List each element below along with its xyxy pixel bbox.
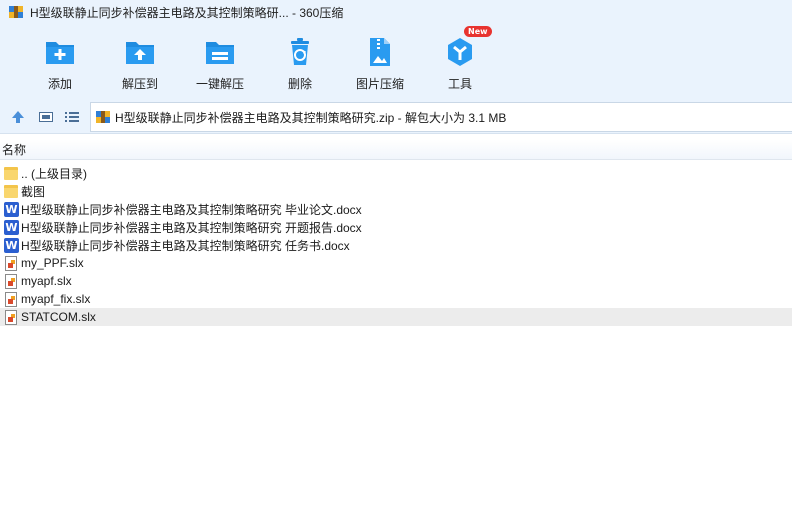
file-name: H型级联静止同步补偿器主电路及其控制策略研究 开题报告.docx	[21, 220, 362, 235]
delete-icon	[284, 36, 316, 68]
simulink-file-icon	[4, 309, 19, 325]
file-name: myapf_fix.slx	[21, 292, 91, 306]
add-button[interactable]: 添加	[20, 24, 100, 100]
list-item-slx-selected[interactable]: STATCOM.slx	[0, 308, 792, 326]
delete-label: 删除	[287, 77, 312, 91]
one-click-extract-button[interactable]: 一键解压	[180, 24, 260, 100]
extract-to-label: 解压到	[121, 77, 158, 91]
tools-label: 工具	[447, 77, 472, 91]
word-doc-icon: W	[4, 202, 19, 217]
list-item-folder[interactable]: 截图	[0, 182, 792, 200]
list-item-parent-folder[interactable]: .. (上级目录)	[0, 164, 792, 182]
thumbnail-view-icon[interactable]	[38, 109, 54, 125]
folder-icon	[4, 183, 19, 199]
simulink-file-icon	[4, 291, 19, 307]
address-path-text: H型级联静止同步补偿器主电路及其控制策略研究.zip - 解包大小为 3.1 M…	[115, 110, 507, 125]
one-click-extract-label: 一键解压	[195, 77, 244, 91]
address-path-field[interactable]: H型级联静止同步补偿器主电路及其控制策略研究.zip - 解包大小为 3.1 M…	[90, 102, 792, 132]
folder-icon	[4, 165, 19, 181]
list-view-icon[interactable]	[64, 109, 80, 125]
extract-to-button[interactable]: 解压到	[100, 24, 180, 100]
file-name: STATCOM.slx	[21, 310, 96, 324]
add-icon	[44, 36, 76, 68]
word-doc-icon: W	[4, 220, 19, 235]
file-name: .. (上级目录)	[21, 166, 87, 181]
file-list: .. (上级目录) 截图 W H型级联静止同步补偿器主电路及其控制策略研究 毕业…	[0, 164, 792, 326]
image-compress-label: 图片压缩	[355, 77, 404, 91]
list-item-docx[interactable]: W H型级联静止同步补偿器主电路及其控制策略研究 任务书.docx	[0, 236, 792, 254]
image-compress-button[interactable]: 图片压缩	[340, 24, 420, 100]
simulink-file-icon	[4, 273, 19, 289]
tools-icon	[444, 36, 476, 68]
image-compress-icon	[364, 36, 396, 68]
window-title: H型级联静止同步补偿器主电路及其控制策略研... - 360压缩	[30, 5, 344, 20]
one-click-extract-icon	[204, 36, 236, 68]
file-name: 截图	[21, 184, 46, 199]
app-logo-icon	[8, 4, 24, 20]
file-name: H型级联静止同步补偿器主电路及其控制策略研究 毕业论文.docx	[21, 202, 362, 217]
list-item-docx[interactable]: W H型级联静止同步补偿器主电路及其控制策略研究 毕业论文.docx	[0, 200, 792, 218]
list-item-docx[interactable]: W H型级联静止同步补偿器主电路及其控制策略研究 开题报告.docx	[0, 218, 792, 236]
list-item-slx[interactable]: myapf.slx	[0, 272, 792, 290]
archive-icon	[95, 109, 111, 125]
simulink-file-icon	[4, 255, 19, 271]
toolbar: 添加 解压到 一键解压 删除 图片压缩 New 工具	[0, 24, 792, 100]
list-item-slx[interactable]: my_PPF.slx	[0, 254, 792, 272]
address-bar: H型级联静止同步补偿器主电路及其控制策略研究.zip - 解包大小为 3.1 M…	[0, 100, 792, 134]
up-arrow-icon[interactable]	[10, 109, 26, 125]
word-doc-icon: W	[4, 238, 19, 253]
file-name: H型级联静止同步补偿器主电路及其控制策略研究 任务书.docx	[21, 238, 350, 253]
file-name: myapf.slx	[21, 274, 72, 288]
tools-button[interactable]: New 工具	[420, 24, 500, 100]
add-label: 添加	[47, 77, 72, 91]
extract-to-icon	[124, 36, 156, 68]
list-item-slx[interactable]: myapf_fix.slx	[0, 290, 792, 308]
new-badge: New	[464, 26, 492, 37]
file-name: my_PPF.slx	[21, 256, 84, 270]
title-bar: H型级联静止同步补偿器主电路及其控制策略研... - 360压缩	[0, 0, 792, 24]
delete-button[interactable]: 删除	[260, 24, 340, 100]
column-header-name[interactable]: 名称	[0, 140, 792, 160]
column-header-name-label: 名称	[2, 143, 27, 157]
